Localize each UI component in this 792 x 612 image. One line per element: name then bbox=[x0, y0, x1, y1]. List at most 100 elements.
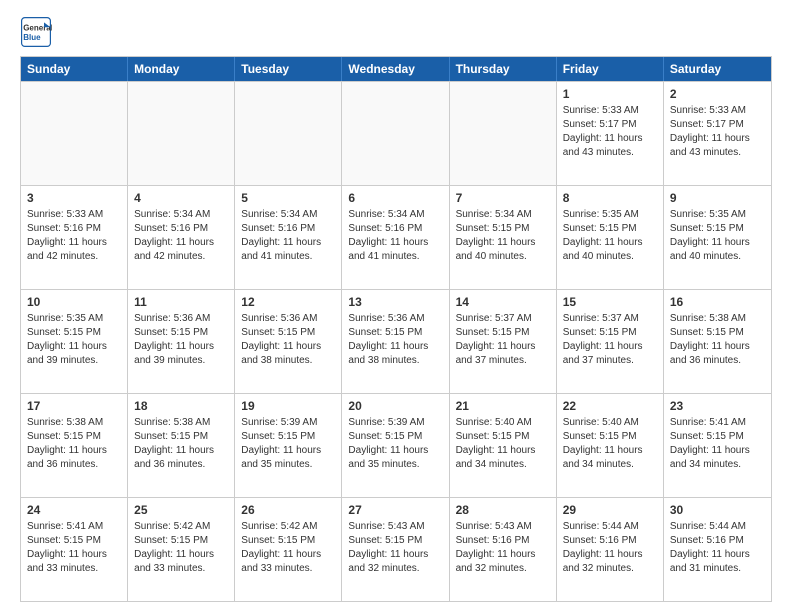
cell-detail: Sunrise: 5:39 AM Sunset: 5:15 PM Dayligh… bbox=[241, 416, 335, 472]
weekday-header: Thursday bbox=[450, 57, 557, 81]
calendar-cell: 7 Sunrise: 5:34 AM Sunset: 5:15 PM Daylig… bbox=[450, 186, 557, 289]
day-number: 18 bbox=[134, 398, 228, 414]
cell-detail: Sunrise: 5:42 AM Sunset: 5:15 PM Dayligh… bbox=[134, 520, 228, 576]
calendar-cell: 19 Sunrise: 5:39 AM Sunset: 5:15 PM Dayli… bbox=[235, 394, 342, 497]
calendar-cell: 26 Sunrise: 5:42 AM Sunset: 5:15 PM Dayli… bbox=[235, 498, 342, 601]
cell-detail: Sunrise: 5:43 AM Sunset: 5:16 PM Dayligh… bbox=[456, 520, 550, 576]
day-number: 22 bbox=[563, 398, 657, 414]
weekday-header: Sunday bbox=[21, 57, 128, 81]
calendar-cell bbox=[450, 82, 557, 185]
cell-detail: Sunrise: 5:36 AM Sunset: 5:15 PM Dayligh… bbox=[348, 312, 442, 368]
day-number: 7 bbox=[456, 190, 550, 206]
calendar-cell: 21 Sunrise: 5:40 AM Sunset: 5:15 PM Dayli… bbox=[450, 394, 557, 497]
day-number: 1 bbox=[563, 86, 657, 102]
calendar-header: SundayMondayTuesdayWednesdayThursdayFrid… bbox=[21, 57, 771, 81]
cell-detail: Sunrise: 5:33 AM Sunset: 5:17 PM Dayligh… bbox=[563, 104, 657, 160]
cell-detail: Sunrise: 5:35 AM Sunset: 5:15 PM Dayligh… bbox=[563, 208, 657, 264]
calendar-cell: 29 Sunrise: 5:44 AM Sunset: 5:16 PM Dayli… bbox=[557, 498, 664, 601]
cell-detail: Sunrise: 5:41 AM Sunset: 5:15 PM Dayligh… bbox=[27, 520, 121, 576]
cell-detail: Sunrise: 5:38 AM Sunset: 5:15 PM Dayligh… bbox=[27, 416, 121, 472]
calendar-cell: 13 Sunrise: 5:36 AM Sunset: 5:15 PM Dayli… bbox=[342, 290, 449, 393]
calendar-cell bbox=[235, 82, 342, 185]
cell-detail: Sunrise: 5:33 AM Sunset: 5:17 PM Dayligh… bbox=[670, 104, 765, 160]
calendar-row: 24 Sunrise: 5:41 AM Sunset: 5:15 PM Dayli… bbox=[21, 497, 771, 601]
day-number: 19 bbox=[241, 398, 335, 414]
day-number: 24 bbox=[27, 502, 121, 518]
cell-detail: Sunrise: 5:39 AM Sunset: 5:15 PM Dayligh… bbox=[348, 416, 442, 472]
header: General Blue bbox=[20, 16, 772, 48]
calendar-cell: 3Sunrise: 5:33 AM Sunset: 5:16 PM Daylig… bbox=[21, 186, 128, 289]
logo-icon: General Blue bbox=[20, 16, 52, 48]
day-number: 27 bbox=[348, 502, 442, 518]
cell-detail: Sunrise: 5:42 AM Sunset: 5:15 PM Dayligh… bbox=[241, 520, 335, 576]
cell-detail: Sunrise: 5:34 AM Sunset: 5:16 PM Dayligh… bbox=[134, 208, 228, 264]
day-number: 30 bbox=[670, 502, 765, 518]
calendar-cell: 28 Sunrise: 5:43 AM Sunset: 5:16 PM Dayli… bbox=[450, 498, 557, 601]
day-number: 25 bbox=[134, 502, 228, 518]
calendar-cell: 24 Sunrise: 5:41 AM Sunset: 5:15 PM Dayli… bbox=[21, 498, 128, 601]
calendar-cell: 27 Sunrise: 5:43 AM Sunset: 5:15 PM Dayli… bbox=[342, 498, 449, 601]
day-number: 4 bbox=[134, 190, 228, 206]
day-number: 6 bbox=[348, 190, 442, 206]
day-number: 29 bbox=[563, 502, 657, 518]
calendar-cell: 30 Sunrise: 5:44 AM Sunset: 5:16 PM Dayli… bbox=[664, 498, 771, 601]
calendar-cell: 23 Sunrise: 5:41 AM Sunset: 5:15 PM Dayli… bbox=[664, 394, 771, 497]
day-number: 15 bbox=[563, 294, 657, 310]
day-number: 9 bbox=[670, 190, 765, 206]
day-number: 21 bbox=[456, 398, 550, 414]
svg-text:General: General bbox=[23, 23, 52, 32]
day-number: 2 bbox=[670, 86, 765, 102]
calendar: SundayMondayTuesdayWednesdayThursdayFrid… bbox=[20, 56, 772, 602]
day-number: 16 bbox=[670, 294, 765, 310]
cell-detail: Sunrise: 5:35 AM Sunset: 5:15 PM Dayligh… bbox=[27, 312, 121, 368]
weekday-header: Friday bbox=[557, 57, 664, 81]
calendar-row: 1 Sunrise: 5:33 AM Sunset: 5:17 PM Daylig… bbox=[21, 81, 771, 185]
weekday-header: Monday bbox=[128, 57, 235, 81]
cell-detail: Sunrise: 5:34 AM Sunset: 5:15 PM Dayligh… bbox=[456, 208, 550, 264]
cell-detail: Sunrise: 5:38 AM Sunset: 5:15 PM Dayligh… bbox=[670, 312, 765, 368]
cell-detail: Sunrise: 5:34 AM Sunset: 5:16 PM Dayligh… bbox=[348, 208, 442, 264]
cell-detail: Sunrise: 5:33 AM Sunset: 5:16 PM Dayligh… bbox=[27, 208, 121, 264]
cell-detail: Sunrise: 5:36 AM Sunset: 5:15 PM Dayligh… bbox=[241, 312, 335, 368]
calendar-cell: 9 Sunrise: 5:35 AM Sunset: 5:15 PM Daylig… bbox=[664, 186, 771, 289]
calendar-cell: 5Sunrise: 5:34 AM Sunset: 5:16 PM Daylig… bbox=[235, 186, 342, 289]
cell-detail: Sunrise: 5:37 AM Sunset: 5:15 PM Dayligh… bbox=[563, 312, 657, 368]
calendar-cell: 25 Sunrise: 5:42 AM Sunset: 5:15 PM Dayli… bbox=[128, 498, 235, 601]
weekday-header: Tuesday bbox=[235, 57, 342, 81]
cell-detail: Sunrise: 5:37 AM Sunset: 5:15 PM Dayligh… bbox=[456, 312, 550, 368]
calendar-cell: 22Sunrise: 5:40 AM Sunset: 5:15 PM Dayli… bbox=[557, 394, 664, 497]
day-number: 20 bbox=[348, 398, 442, 414]
day-number: 5 bbox=[241, 190, 335, 206]
calendar-cell: 1 Sunrise: 5:33 AM Sunset: 5:17 PM Daylig… bbox=[557, 82, 664, 185]
calendar-cell bbox=[342, 82, 449, 185]
cell-detail: Sunrise: 5:44 AM Sunset: 5:16 PM Dayligh… bbox=[563, 520, 657, 576]
calendar-cell: 17 Sunrise: 5:38 AM Sunset: 5:15 PM Dayli… bbox=[21, 394, 128, 497]
calendar-cell: 16 Sunrise: 5:38 AM Sunset: 5:15 PM Dayli… bbox=[664, 290, 771, 393]
svg-text:Blue: Blue bbox=[23, 33, 41, 42]
calendar-body: 1 Sunrise: 5:33 AM Sunset: 5:17 PM Daylig… bbox=[21, 81, 771, 601]
calendar-cell: 4 Sunrise: 5:34 AM Sunset: 5:16 PM Daylig… bbox=[128, 186, 235, 289]
cell-detail: Sunrise: 5:44 AM Sunset: 5:16 PM Dayligh… bbox=[670, 520, 765, 576]
day-number: 13 bbox=[348, 294, 442, 310]
cell-detail: Sunrise: 5:41 AM Sunset: 5:15 PM Dayligh… bbox=[670, 416, 765, 472]
calendar-cell: 2 Sunrise: 5:33 AM Sunset: 5:17 PM Daylig… bbox=[664, 82, 771, 185]
day-number: 28 bbox=[456, 502, 550, 518]
day-number: 23 bbox=[670, 398, 765, 414]
calendar-cell: 10 Sunrise: 5:35 AM Sunset: 5:15 PM Dayli… bbox=[21, 290, 128, 393]
day-number: 10 bbox=[27, 294, 121, 310]
calendar-cell: 15 Sunrise: 5:37 AM Sunset: 5:15 PM Dayli… bbox=[557, 290, 664, 393]
calendar-cell: 18Sunrise: 5:38 AM Sunset: 5:15 PM Dayli… bbox=[128, 394, 235, 497]
calendar-cell: 20 Sunrise: 5:39 AM Sunset: 5:15 PM Dayli… bbox=[342, 394, 449, 497]
day-number: 8 bbox=[563, 190, 657, 206]
calendar-row: 3Sunrise: 5:33 AM Sunset: 5:16 PM Daylig… bbox=[21, 185, 771, 289]
day-number: 14 bbox=[456, 294, 550, 310]
cell-detail: Sunrise: 5:43 AM Sunset: 5:15 PM Dayligh… bbox=[348, 520, 442, 576]
calendar-cell bbox=[21, 82, 128, 185]
day-number: 11 bbox=[134, 294, 228, 310]
calendar-cell: 8 Sunrise: 5:35 AM Sunset: 5:15 PM Daylig… bbox=[557, 186, 664, 289]
cell-detail: Sunrise: 5:35 AM Sunset: 5:15 PM Dayligh… bbox=[670, 208, 765, 264]
cell-detail: Sunrise: 5:40 AM Sunset: 5:15 PM Dayligh… bbox=[456, 416, 550, 472]
day-number: 17 bbox=[27, 398, 121, 414]
day-number: 26 bbox=[241, 502, 335, 518]
calendar-cell: 14 Sunrise: 5:37 AM Sunset: 5:15 PM Dayli… bbox=[450, 290, 557, 393]
